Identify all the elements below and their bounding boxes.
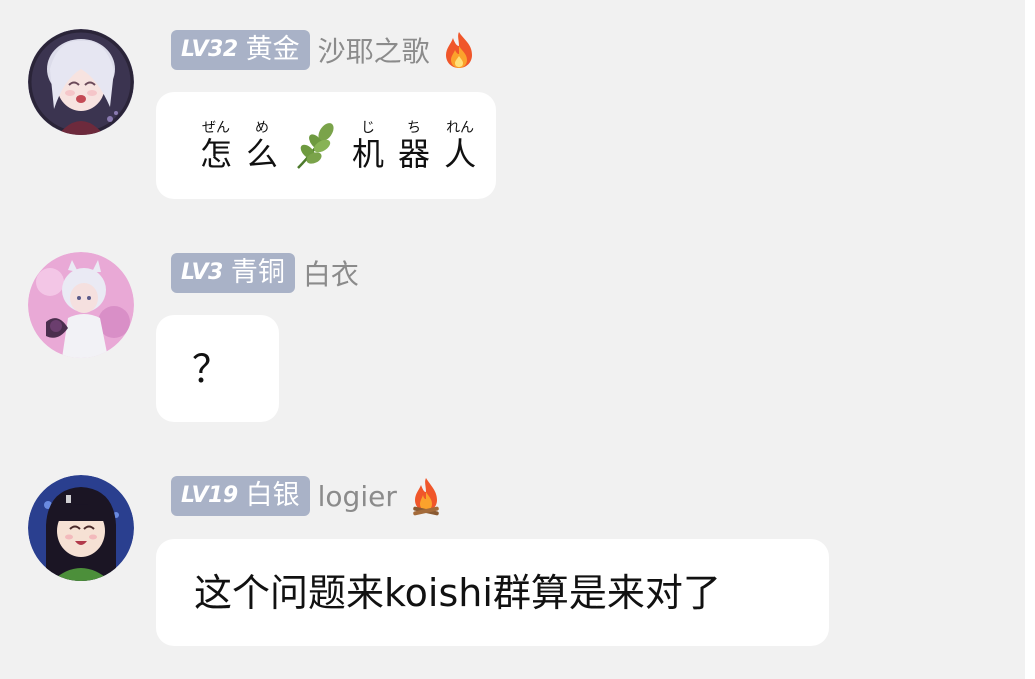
message-text: 这个问题来koishi群算是来对了 — [194, 570, 721, 615]
rank-label: 白银 — [245, 480, 300, 511]
ruby-char: ぜん 怎 — [200, 120, 232, 172]
level-badge[interactable]: LV3 青铜 — [171, 253, 295, 293]
message-header: LV19 白银 logier — [171, 476, 443, 516]
ruby-char: じ 机 — [352, 120, 384, 172]
message-bubble[interactable]: 这个问题来koishi群算是来对了 — [156, 539, 829, 646]
message-bubble[interactable]: ？ — [156, 315, 279, 422]
message-header: LV32 黄金 沙耶之歌 — [171, 30, 476, 70]
rank-label: 黄金 — [245, 34, 300, 65]
ruby-base: 器 — [398, 134, 431, 173]
ruby-reading: ち — [407, 119, 422, 136]
level-badge[interactable]: LV19 白银 — [171, 476, 310, 516]
message-header: LV3 青铜 白衣 — [171, 253, 359, 293]
leaf-emoji — [297, 122, 334, 169]
chat-message: LV3 青铜 白衣 ？ — [0, 220, 1020, 440]
avatar-image — [28, 29, 134, 135]
level-label: LV3 — [181, 260, 223, 285]
ruby-reading: め — [255, 119, 270, 136]
scrollbar-track[interactable] — [1025, 0, 1035, 679]
avatar[interactable] — [28, 29, 134, 135]
ruby-base: 怎 — [200, 134, 233, 173]
ruby-char: れん 人 — [444, 120, 476, 172]
avatar[interactable] — [28, 475, 134, 581]
ruby-char: め 么 — [246, 120, 278, 172]
chat-message: LV19 白银 logier 这个问题来koishi群算是来对了 — [0, 440, 1020, 679]
level-label: LV32 — [181, 37, 238, 62]
ruby-reading: れん — [446, 119, 475, 136]
ruby-base: 人 — [444, 134, 477, 173]
ruby-reading: ぜん — [202, 119, 230, 136]
ruby-char: ち 器 — [398, 120, 430, 172]
username[interactable]: 沙耶之歌 — [318, 30, 430, 70]
ruby-text: ぜん 怎 め 么 じ 机 ち 器 れん 人 — [200, 120, 476, 172]
message-text: ？ — [192, 346, 231, 391]
rank-label: 青铜 — [230, 257, 285, 288]
avatar[interactable] — [28, 252, 134, 358]
message-bubble[interactable]: ぜん 怎 め 么 じ 机 ち 器 れん 人 — [156, 92, 496, 199]
avatar-image — [28, 252, 134, 358]
username[interactable]: 白衣 — [303, 253, 359, 293]
ruby-base: 么 — [246, 134, 279, 173]
campfire-icon — [413, 478, 439, 516]
username[interactable]: logier — [318, 480, 397, 513]
avatar-image — [28, 475, 134, 581]
chat-message: LV32 黄金 沙耶之歌 ぜん 怎 め 么 じ 机 ち 器 れん 人 — [0, 0, 1020, 220]
ruby-base: 机 — [352, 134, 385, 173]
ruby-reading: じ — [361, 119, 376, 136]
level-badge[interactable]: LV32 黄金 — [171, 30, 310, 70]
fire-icon — [445, 32, 472, 68]
level-label: LV19 — [181, 483, 238, 508]
